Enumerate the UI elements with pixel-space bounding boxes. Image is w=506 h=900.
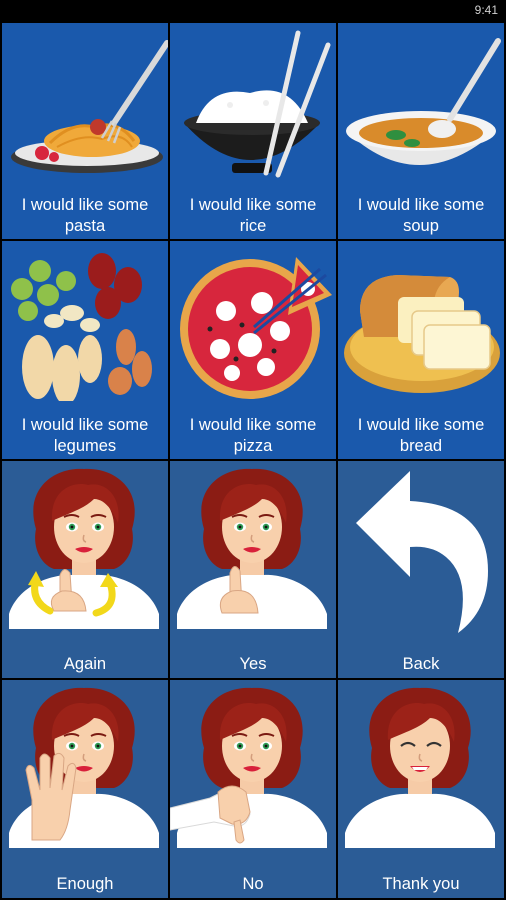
tile-again-label: Again xyxy=(63,655,107,673)
tile-rice-label: I would like some rice xyxy=(170,195,336,239)
tile-soup-line1: I would like some xyxy=(357,196,485,214)
choice-board: I would like some pasta I would like som… xyxy=(0,21,506,900)
status-time: 9:41 xyxy=(474,3,498,17)
tile-yes-label: Yes xyxy=(239,655,267,673)
tile-pasta-line2: pasta xyxy=(64,217,106,235)
no-gesture-icon xyxy=(170,686,328,849)
pasta-icon xyxy=(11,40,168,173)
yes-gesture-icon xyxy=(176,467,328,630)
tile-pizza-label: I would like some pizza xyxy=(170,415,336,459)
soup-icon xyxy=(346,38,501,165)
tile-bread-line1: I would like some xyxy=(357,416,485,434)
tile-pizza[interactable]: I would like some pizza xyxy=(168,239,338,461)
tile-legumes-label: I would like some legumes xyxy=(2,415,168,459)
tile-back[interactable]: Back xyxy=(336,459,506,680)
tile-enough-label: Enough xyxy=(56,875,114,893)
again-gesture-icon xyxy=(8,467,160,630)
enough-gesture-icon xyxy=(8,686,160,849)
tile-rice-line2: rice xyxy=(239,217,267,235)
bread-icon xyxy=(344,275,500,393)
tile-bread[interactable]: I would like some bread xyxy=(336,239,506,461)
tile-pasta-label: I would like some pasta xyxy=(2,195,168,239)
tile-soup-line2: soup xyxy=(403,217,439,235)
tile-no-label: No xyxy=(242,875,264,893)
tile-thank-you-label: Thank you xyxy=(382,875,460,893)
thank-you-gesture-icon xyxy=(343,686,497,850)
tile-pizza-line1: I would like some xyxy=(189,416,317,434)
back-arrow-icon xyxy=(356,471,488,633)
tile-enough[interactable]: Enough xyxy=(0,678,170,900)
tile-pasta[interactable]: I would like some pasta xyxy=(0,21,170,241)
rice-icon xyxy=(184,30,331,178)
tile-legumes-line2: legumes xyxy=(53,437,117,455)
tile-soup-label: I would like some soup xyxy=(338,195,504,239)
tile-bread-line2: bread xyxy=(399,437,443,455)
tile-legumes[interactable]: I would like some legumes xyxy=(0,239,170,461)
tile-yes[interactable]: Yes xyxy=(168,459,338,680)
tile-again[interactable]: Again xyxy=(0,459,170,680)
tile-pasta-line1: I would like some xyxy=(21,196,149,214)
legumes-icon xyxy=(11,253,152,401)
tile-legumes-line1: I would like some xyxy=(21,416,149,434)
tile-no[interactable]: No xyxy=(168,678,338,900)
tile-pizza-line2: pizza xyxy=(233,437,273,455)
tile-bread-label: I would like some bread xyxy=(338,415,504,459)
pizza-icon xyxy=(180,257,332,399)
status-bar: 9:41 xyxy=(0,0,506,21)
tile-rice[interactable]: I would like some rice xyxy=(168,21,338,241)
tile-rice-line1: I would like some xyxy=(189,196,317,214)
tile-soup[interactable]: I would like some soup xyxy=(336,21,506,241)
tile-thank-you[interactable]: Thank you xyxy=(336,678,506,900)
tile-back-label: Back xyxy=(402,655,440,673)
